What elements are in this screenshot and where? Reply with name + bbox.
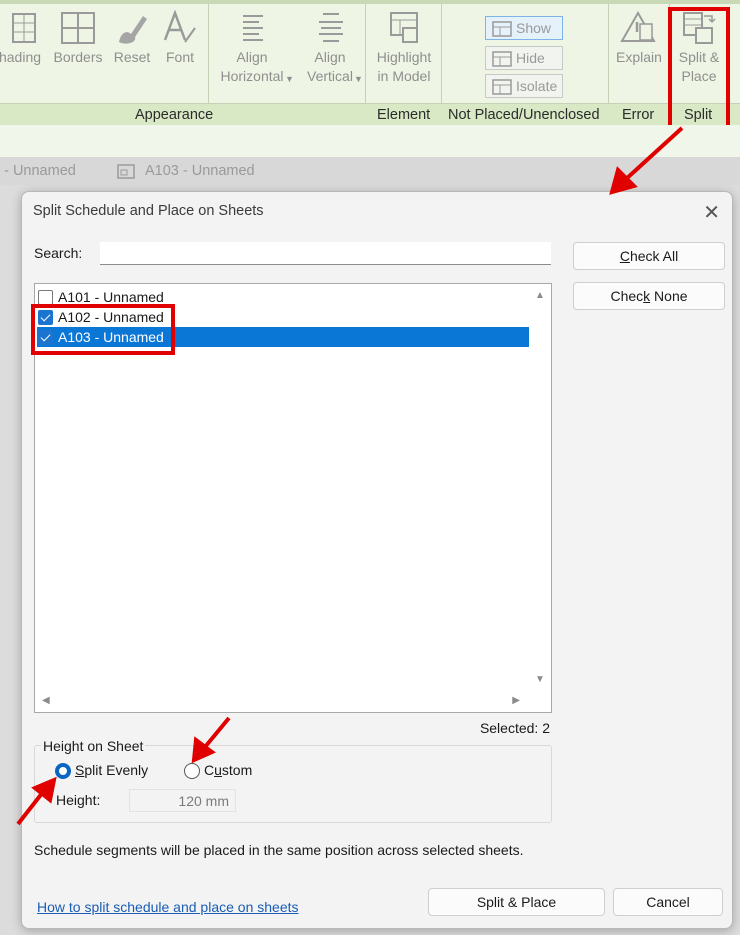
cancel-button[interactable]: Cancel <box>613 888 723 916</box>
borders-label: Borders <box>53 49 103 65</box>
check-none-text-post: None <box>650 288 688 304</box>
align-horizontal-line1: Align <box>236 49 268 65</box>
sheet-list[interactable]: A101 - Unnamed A102 - Unnamed A103 - Unn… <box>31 283 552 713</box>
check-all-text-post: heck All <box>629 248 679 264</box>
info-text: Schedule segments will be placed in the … <box>34 842 524 858</box>
view-tab[interactable]: 2 - Unnamed <box>0 163 76 179</box>
align-vertical-button[interactable]: Align Vertical <box>300 10 360 86</box>
highlight-line1: Highlight <box>376 49 432 65</box>
search-input[interactable] <box>100 242 551 265</box>
custom-text-post: stom <box>221 762 253 778</box>
panel-error: Error <box>622 107 655 123</box>
font-label: Font <box>165 49 194 65</box>
show-icon <box>492 21 512 37</box>
align-horizontal-line2: Horizontal <box>220 68 284 84</box>
view-tab[interactable]: A103 - Unnamed <box>145 163 255 179</box>
dropdown-arrow-icon[interactable]: ▼ <box>354 70 363 89</box>
hide-icon <box>492 51 512 67</box>
shading-button[interactable]: hading <box>0 10 48 67</box>
align-vertical-line1: Align <box>314 49 346 65</box>
height-group <box>34 745 552 823</box>
check-all-button[interactable]: Check All <box>573 242 725 270</box>
check-none-button[interactable]: Check None <box>573 282 725 310</box>
scroll-up-icon[interactable]: ▲ <box>535 290 545 301</box>
view-tabs: 2 - Unnamed A103 - Unnamed <box>0 157 740 185</box>
align-horizontal-icon <box>243 15 263 41</box>
horizontal-scrollbar[interactable]: ◀ ▶ <box>35 691 532 712</box>
custom-label: Custom <box>204 762 252 778</box>
scroll-down-icon[interactable]: ▼ <box>535 674 545 685</box>
highlight-line2: in Model <box>377 68 431 84</box>
highlight-box <box>668 7 730 131</box>
radio-indicator <box>55 763 71 779</box>
panel-appearance: Appearance <box>135 107 214 123</box>
sheet-icon <box>117 164 135 179</box>
vertical-scrollbar[interactable]: ▲ ▼ <box>531 284 551 691</box>
hide-button[interactable]: Hide <box>485 46 563 70</box>
borders-icon <box>61 12 95 44</box>
reset-label: Reset <box>113 49 151 65</box>
align-vertical-icon <box>319 13 343 42</box>
font-button[interactable]: Font <box>158 10 202 67</box>
reset-button[interactable]: Reset <box>110 10 154 67</box>
explain-button[interactable]: Explain <box>611 10 667 67</box>
dropdown-arrow-icon[interactable]: ▼ <box>285 70 294 89</box>
help-link[interactable]: How to split schedule and place on sheet… <box>37 899 299 915</box>
custom-accesskey: u <box>214 762 222 778</box>
split-evenly-label: Split Evenly <box>75 762 148 778</box>
show-label: Show <box>516 20 552 36</box>
search-label: Search: <box>34 245 83 261</box>
highlight-in-model-button[interactable]: Highlight in Model <box>368 10 440 86</box>
panel-element: Element <box>377 107 431 123</box>
align-vertical-line2: Vertical <box>307 68 353 84</box>
checkbox[interactable] <box>38 290 53 305</box>
custom-text-pre: C <box>204 762 215 778</box>
shading-label: hading <box>0 49 42 65</box>
radio-indicator <box>184 763 200 779</box>
explain-label: Explain <box>616 49 662 65</box>
borders-button[interactable]: Borders <box>52 10 104 67</box>
align-horizontal-button[interactable]: Align Horizontal <box>214 10 290 86</box>
brush-icon <box>119 16 147 44</box>
warning-icon <box>620 10 656 42</box>
panel-not-placed: Not Placed/Unenclosed <box>448 107 600 123</box>
isolate-button[interactable]: Isolate <box>485 74 563 98</box>
height-group-title: Height on Sheet <box>41 738 146 754</box>
highlight-box <box>31 304 175 355</box>
scroll-left-icon[interactable]: ◀ <box>42 695 50 706</box>
scroll-right-icon[interactable]: ▶ <box>512 695 520 706</box>
font-icon <box>163 10 196 43</box>
ribbon: hading Borders Reset Font Align Horizont… <box>0 0 740 131</box>
split-schedule-dialog: Split Schedule and Place on Sheets ✕ Sea… <box>21 191 733 929</box>
shading-icon <box>12 13 36 43</box>
show-button[interactable]: Show <box>485 16 563 40</box>
ribbon-context-strip <box>0 125 740 157</box>
split-evenly-text-post: plit Evenly <box>84 762 149 778</box>
isolate-label: Isolate <box>516 78 558 94</box>
isolate-icon <box>492 79 512 95</box>
check-none-text-pre: Chec <box>610 288 644 304</box>
hide-label: Hide <box>516 50 545 66</box>
selected-count: Selected: 2 <box>479 720 550 736</box>
height-field[interactable] <box>129 789 236 812</box>
close-icon[interactable]: ✕ <box>703 200 720 225</box>
height-label: Height: <box>56 792 101 808</box>
split-place-button[interactable]: Split & Place <box>428 888 605 916</box>
dialog-title: Split Schedule and Place on Sheets <box>33 203 264 219</box>
check-all-accesskey: C <box>619 248 630 264</box>
split-evenly-accesskey: S <box>75 762 85 778</box>
highlight-icon <box>390 12 418 43</box>
